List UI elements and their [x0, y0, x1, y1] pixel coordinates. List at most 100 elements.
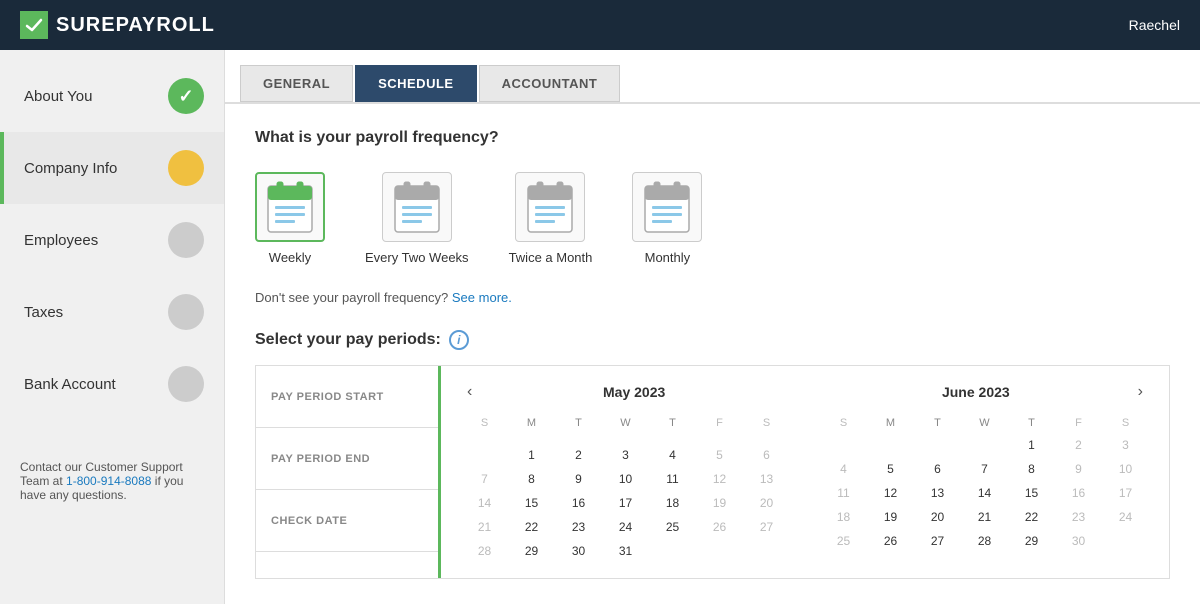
- calendar-day[interactable]: 22: [508, 515, 555, 539]
- sidebar-item-label: Taxes: [24, 304, 63, 321]
- calendar-day[interactable]: 4: [649, 443, 696, 467]
- calendar-day[interactable]: 21: [461, 515, 508, 539]
- calendar-day[interactable]: 20: [914, 505, 961, 529]
- pay-period-start-label: PAY PERIOD START: [256, 366, 438, 428]
- main-content: GENERAL SCHEDULE ACCOUNTANT What is your…: [225, 50, 1200, 604]
- sidebar-item-bank-account[interactable]: Bank Account: [0, 348, 224, 420]
- calendars-row: ‹ May 2023 S M T W: [461, 381, 1149, 563]
- prev-month-button[interactable]: ‹: [461, 381, 478, 403]
- calendar-day[interactable]: 16: [1055, 481, 1102, 505]
- see-more-link[interactable]: See more.: [452, 290, 512, 305]
- sidebar-item-employees[interactable]: Employees: [0, 204, 224, 276]
- calendar-day[interactable]: 12: [696, 467, 743, 491]
- calendar-day[interactable]: 30: [1055, 529, 1102, 553]
- calendar-day[interactable]: 9: [555, 467, 602, 491]
- calendar-day[interactable]: 3: [1102, 433, 1149, 457]
- calendar-day[interactable]: 21: [961, 505, 1008, 529]
- calendar-day[interactable]: 17: [1102, 481, 1149, 505]
- sidebar-item-taxes[interactable]: Taxes: [0, 276, 224, 348]
- calendar-day[interactable]: 9: [1055, 457, 1102, 481]
- calendar-day[interactable]: 18: [820, 505, 867, 529]
- calendar-day[interactable]: 15: [508, 491, 555, 515]
- tab-schedule[interactable]: SCHEDULE: [355, 65, 477, 102]
- calendar-day[interactable]: 2: [1055, 433, 1102, 457]
- calendar-day[interactable]: 12: [867, 481, 914, 505]
- calendar-day[interactable]: 2: [555, 443, 602, 467]
- calendar-day[interactable]: 30: [555, 539, 602, 563]
- frequency-options: Weekly Ev: [255, 172, 1170, 265]
- calendar-day[interactable]: 13: [914, 481, 961, 505]
- calendar-day[interactable]: 29: [508, 539, 555, 563]
- calendar-day[interactable]: 25: [820, 529, 867, 553]
- check-date-label: CHECK DATE: [256, 490, 438, 552]
- info-icon[interactable]: i: [449, 330, 469, 350]
- calendar-day[interactable]: 14: [961, 481, 1008, 505]
- calendar-day[interactable]: 1: [1008, 433, 1055, 457]
- calendar-day[interactable]: 10: [1102, 457, 1149, 481]
- calendar-day[interactable]: 20: [743, 491, 790, 515]
- calendar-day[interactable]: 16: [555, 491, 602, 515]
- calendar-day[interactable]: 29: [1008, 529, 1055, 553]
- calendar-day[interactable]: 17: [602, 491, 649, 515]
- day-header-t2: T: [649, 413, 696, 433]
- calendar-day[interactable]: 5: [696, 443, 743, 467]
- freq-option-every-two-weeks[interactable]: Every Two Weeks: [365, 172, 469, 265]
- calendar-day[interactable]: 10: [602, 467, 649, 491]
- calendar-day[interactable]: 18: [649, 491, 696, 515]
- next-month-button[interactable]: ›: [1132, 381, 1149, 403]
- tab-general[interactable]: GENERAL: [240, 65, 353, 102]
- calendar-day[interactable]: 25: [649, 515, 696, 539]
- freq-option-monthly[interactable]: Monthly: [632, 172, 702, 265]
- calendar-day[interactable]: 15: [1008, 481, 1055, 505]
- calendar-day[interactable]: 22: [1008, 505, 1055, 529]
- calendar-day[interactable]: 4: [820, 457, 867, 481]
- sidebar-item-company-info[interactable]: Company Info: [0, 132, 224, 204]
- calendar-day: [461, 443, 508, 467]
- calendar-day[interactable]: 13: [743, 467, 790, 491]
- calendar-day[interactable]: 6: [914, 457, 961, 481]
- calendar-day[interactable]: 27: [743, 515, 790, 539]
- calendar-day[interactable]: 23: [1055, 505, 1102, 529]
- calendar-day[interactable]: 19: [867, 505, 914, 529]
- freq-option-weekly[interactable]: Weekly: [255, 172, 325, 265]
- calendar-day[interactable]: 28: [961, 529, 1008, 553]
- header: SUREPAYROLL Raechel: [0, 0, 1200, 50]
- calendar-day: [743, 433, 790, 443]
- calendar-day[interactable]: 7: [961, 457, 1008, 481]
- calendar-day[interactable]: 26: [696, 515, 743, 539]
- layout: About You ✓ Company Info Employees Taxes…: [0, 50, 1200, 604]
- calendar-day[interactable]: 8: [1008, 457, 1055, 481]
- freq-icon-monthly: [632, 172, 702, 242]
- freq-option-twice-month[interactable]: Twice a Month: [509, 172, 593, 265]
- calendar-day[interactable]: 11: [649, 467, 696, 491]
- calendar-day[interactable]: 1: [508, 443, 555, 467]
- calendar-day[interactable]: 24: [1102, 505, 1149, 529]
- sidebar-item-label: Bank Account: [24, 376, 116, 393]
- calendar-day[interactable]: 3: [602, 443, 649, 467]
- logo-icon: [20, 11, 48, 39]
- sidebar-item-about-you[interactable]: About You ✓: [0, 60, 224, 132]
- calendar-day[interactable]: 28: [461, 539, 508, 563]
- calendar-day[interactable]: 27: [914, 529, 961, 553]
- calendar-day[interactable]: 24: [602, 515, 649, 539]
- day-header-t: T: [555, 413, 602, 433]
- calendar-day[interactable]: 8: [508, 467, 555, 491]
- calendar-day[interactable]: 6: [743, 443, 790, 467]
- calendar-day[interactable]: 11: [820, 481, 867, 505]
- calendar-day: [555, 433, 602, 443]
- select-pay-title: Select your pay periods: i: [255, 330, 1170, 350]
- logo-text: SUREPAYROLL: [56, 14, 215, 37]
- frequency-title: What is your payroll frequency?: [255, 129, 1170, 147]
- calendar-day[interactable]: 7: [461, 467, 508, 491]
- support-phone-link[interactable]: 1-800-914-8088: [66, 474, 151, 488]
- calendar-day[interactable]: 19: [696, 491, 743, 515]
- calendar-day[interactable]: 5: [867, 457, 914, 481]
- calendar-day[interactable]: 31: [602, 539, 649, 563]
- tabs-bar: GENERAL SCHEDULE ACCOUNTANT: [225, 50, 1200, 104]
- calendar-day[interactable]: 23: [555, 515, 602, 539]
- tab-accountant[interactable]: ACCOUNTANT: [479, 65, 621, 102]
- day-header-m: M: [508, 413, 555, 433]
- calendar-day[interactable]: 14: [461, 491, 508, 515]
- freq-icon-twice-month: [515, 172, 585, 242]
- calendar-day[interactable]: 26: [867, 529, 914, 553]
